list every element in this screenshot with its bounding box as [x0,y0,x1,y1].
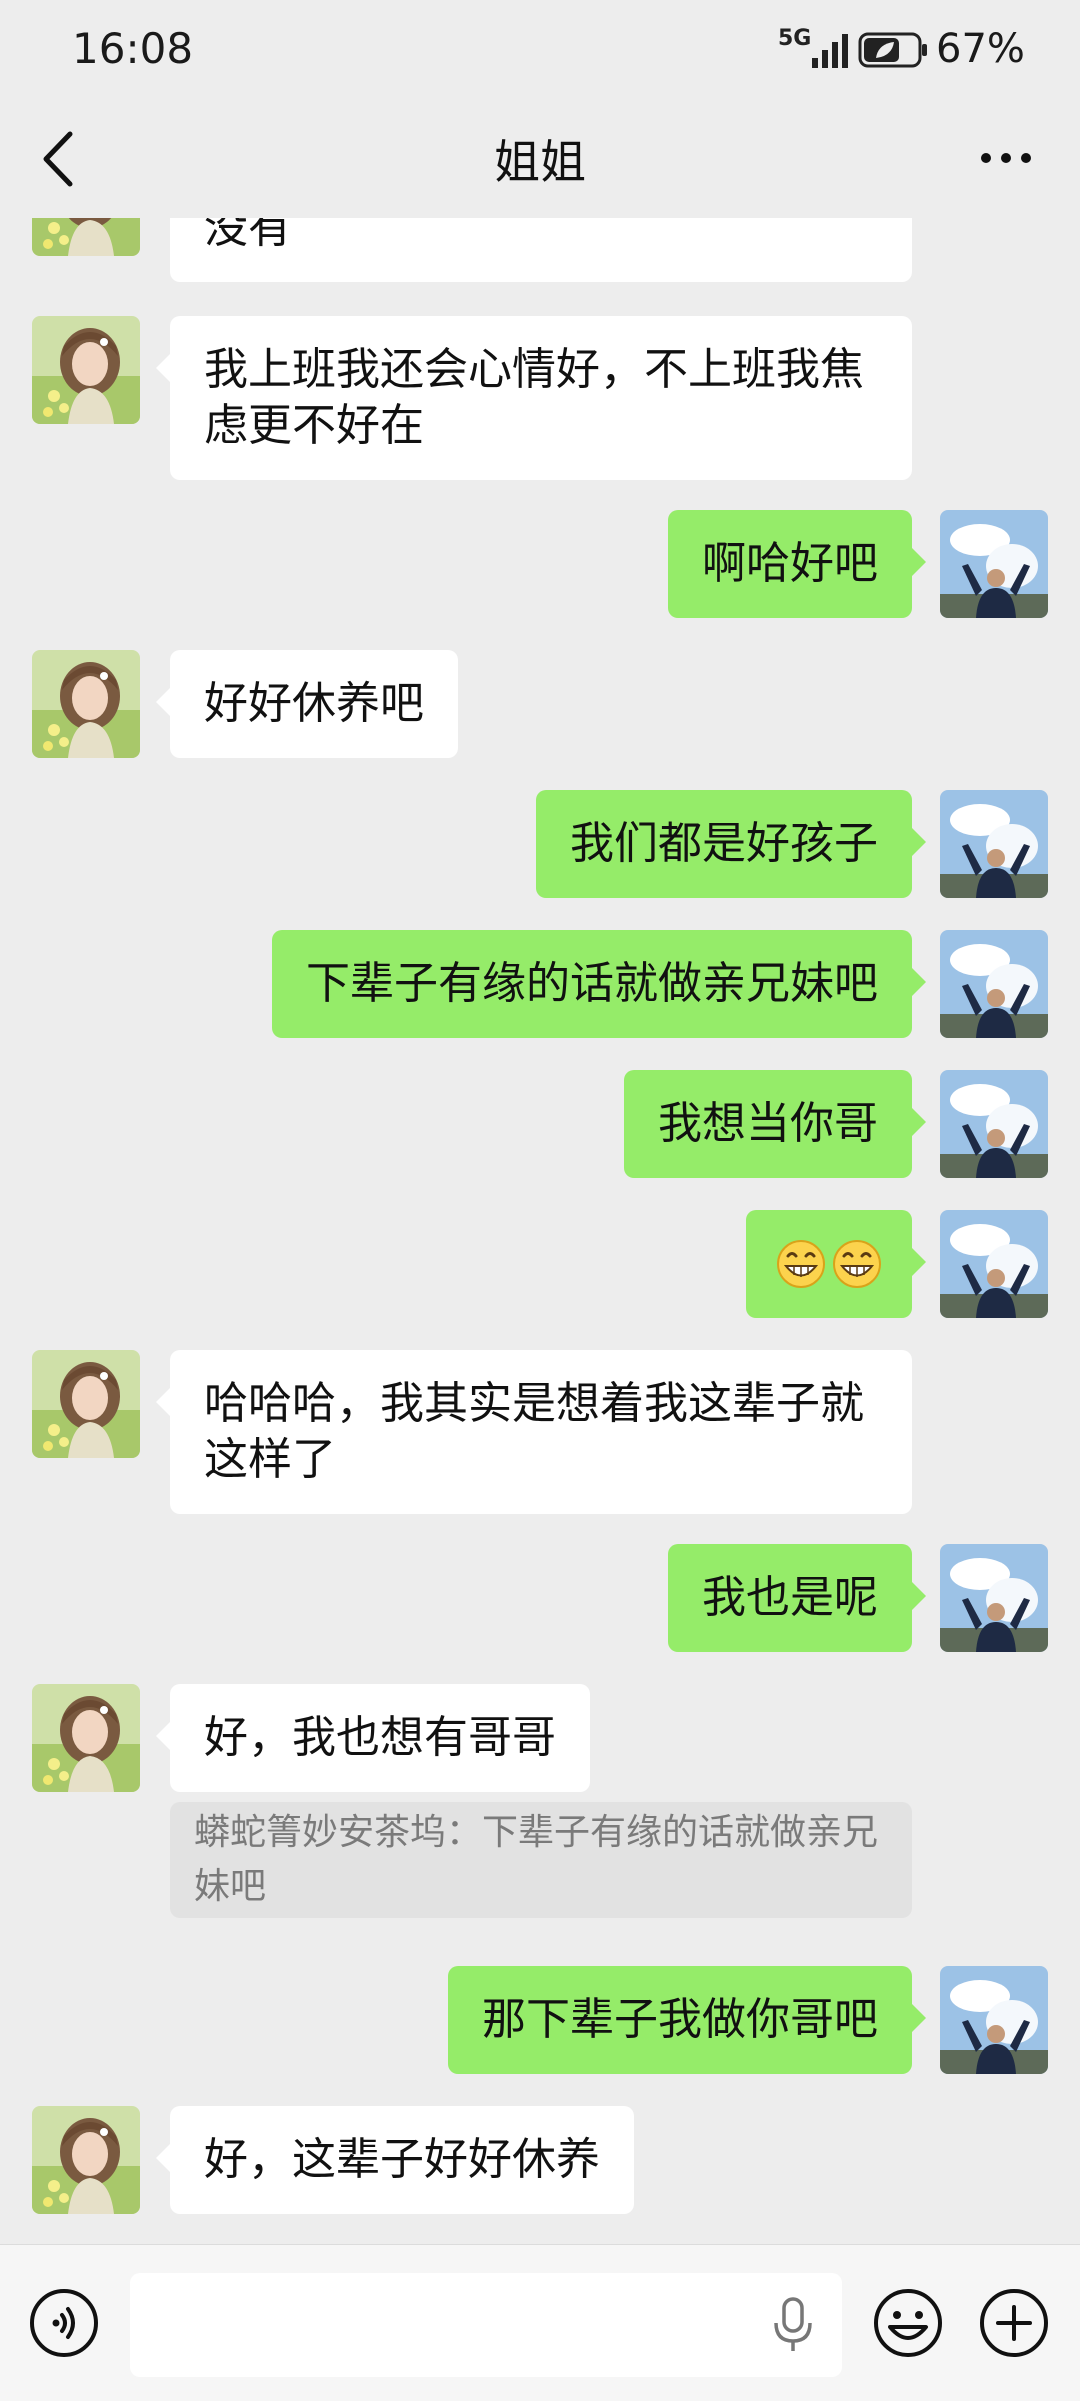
message-bubble[interactable]: 我也是呢 [668,1544,926,1652]
plus-circle-icon[interactable] [978,2287,1050,2359]
message-bubble[interactable]: 下辈子有缘的话就做亲兄妹吧 [272,930,926,1038]
contact-avatar[interactable] [32,2106,140,2214]
my-avatar[interactable] [940,930,1048,1038]
voice-wave-icon[interactable] [28,2287,100,2359]
my-avatar[interactable] [940,790,1048,898]
my-avatar[interactable] [940,1210,1048,1318]
message-bubble[interactable]: 好，这辈子好好休养 [156,2106,634,2214]
more-dots-icon[interactable] [976,140,1036,176]
message-bubble[interactable]: 那下辈子我做你哥吧 [448,1966,926,2074]
message-bubble[interactable]: 没有 [170,218,912,282]
message-list[interactable]: 没有 我上班我还会心情好，不上班我焦虑更不好在 啊哈好吧 好好休养吧 我们都是好… [0,218,1080,2244]
message-bubble[interactable] [746,1210,926,1318]
my-avatar[interactable] [940,510,1048,618]
contact-avatar[interactable] [32,650,140,758]
my-avatar[interactable] [940,1966,1048,2074]
contact-avatar[interactable] [32,1684,140,1792]
chat-header: 姐姐 [0,100,1080,218]
network-type-label: 5G [778,26,812,51]
grin-emoji-icon [832,1239,882,1289]
message-bubble[interactable]: 我想当你哥 [624,1070,926,1178]
signal-icon [812,34,848,68]
input-bar [0,2244,1080,2401]
message-bubble[interactable]: 我上班我还会心情好，不上班我焦虑更不好在 [156,316,912,480]
status-bar: 16:08 5G 67% [0,0,1080,100]
battery-percent: 67% [936,26,1025,72]
my-avatar[interactable] [940,1070,1048,1178]
message-input[interactable] [130,2273,842,2377]
chat-title: 姐姐 [494,135,586,189]
message-bubble[interactable]: 好好休养吧 [156,650,458,758]
my-avatar[interactable] [940,1544,1048,1652]
contact-avatar[interactable] [32,316,140,424]
message-bubble[interactable]: 我们都是好孩子 [536,790,926,898]
status-time: 16:08 [72,24,194,73]
message-bubble[interactable]: 啊哈好吧 [668,510,926,618]
battery-icon [858,32,927,68]
quoted-message[interactable]: 蟒蛇箐妙安茶坞：下辈子有缘的话就做亲兄妹吧 [170,1802,912,1918]
message-bubble[interactable]: 哈哈哈，我其实是想着我这辈子就这样了 [156,1350,912,1514]
smiley-icon[interactable] [872,2287,944,2359]
contact-avatar[interactable] [32,1350,140,1458]
grin-emoji-icon [776,1239,826,1289]
microphone-icon[interactable] [770,2295,816,2355]
message-bubble[interactable]: 好，我也想有哥哥 [156,1684,590,1792]
contact-avatar[interactable] [32,218,140,256]
